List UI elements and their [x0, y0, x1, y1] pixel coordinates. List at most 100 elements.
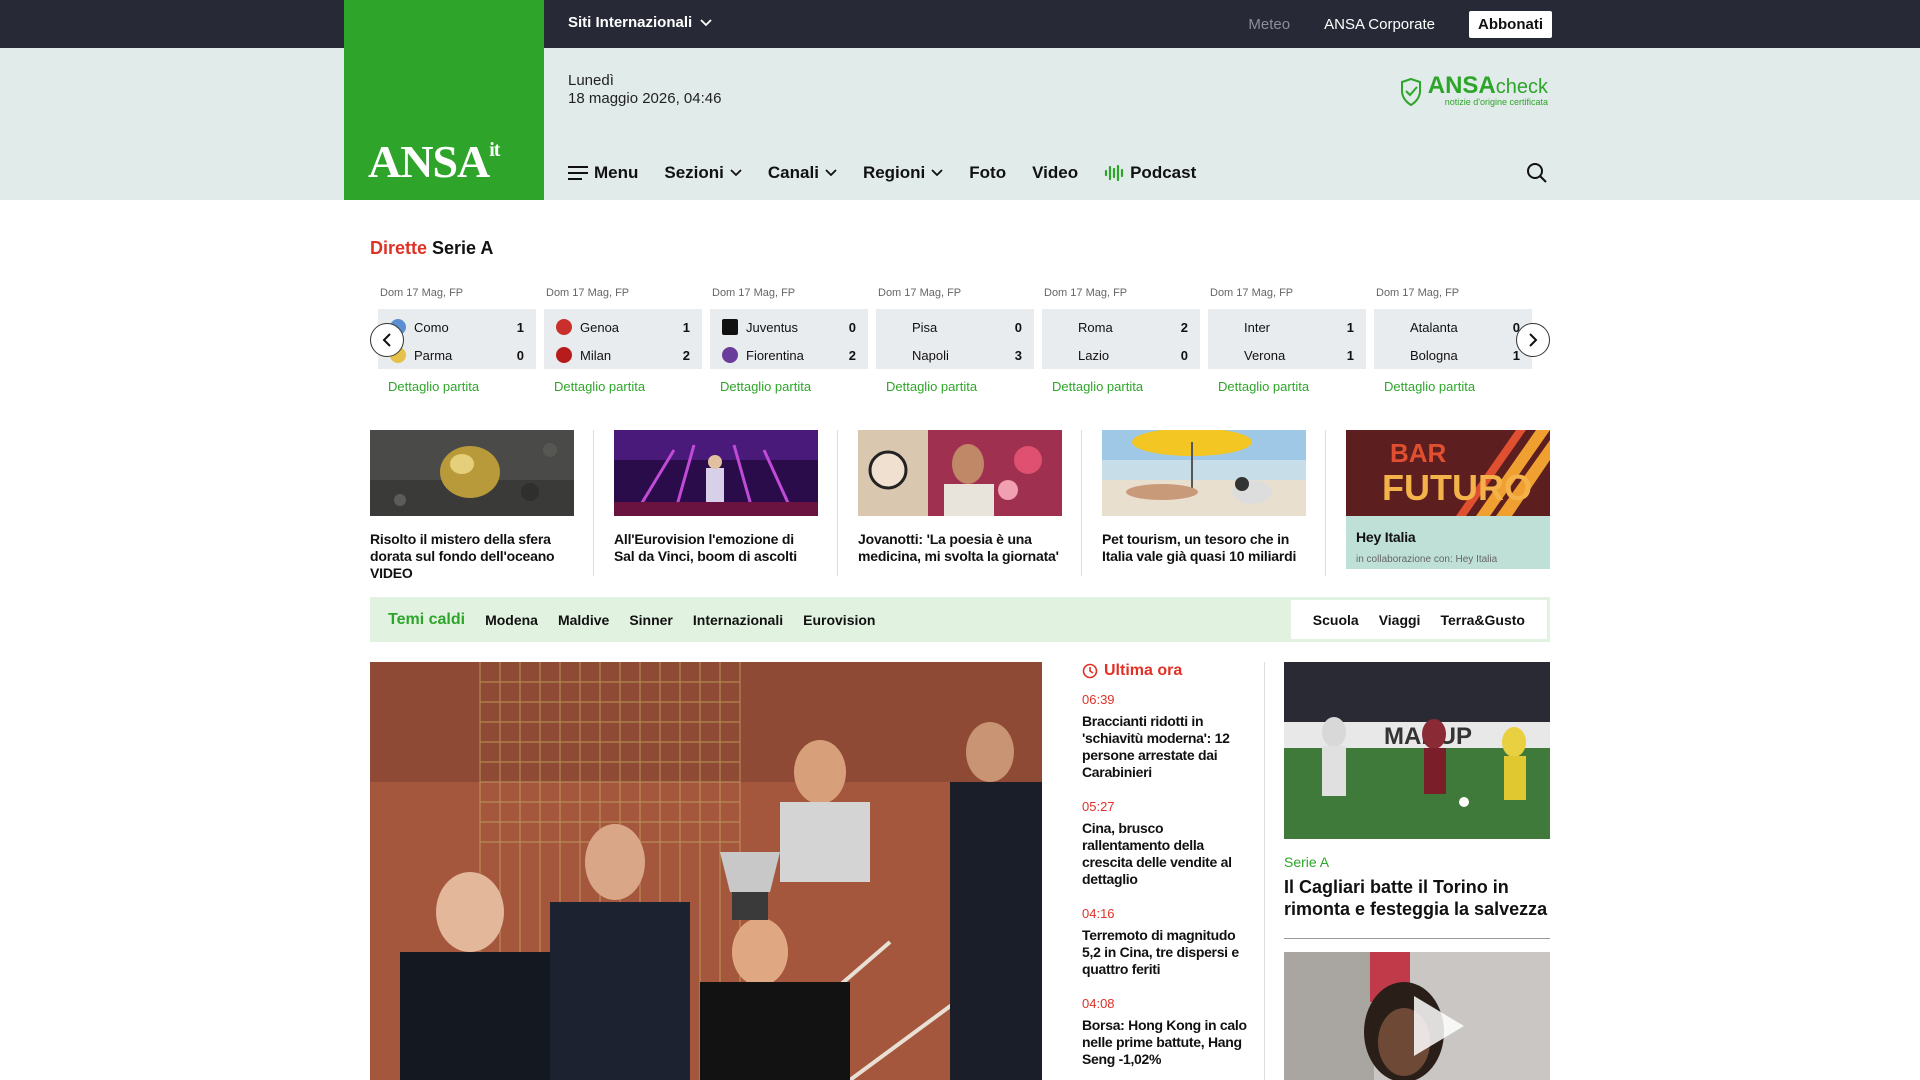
home-score: 1	[1346, 319, 1354, 335]
away-team: Verona	[1244, 347, 1286, 363]
logo-sup: it	[489, 139, 500, 161]
team-crest-icon	[1220, 319, 1236, 335]
ultima-ora-heading[interactable]: Ultima ora	[1082, 662, 1252, 680]
football-match-image: MAKUP	[1284, 662, 1550, 839]
tag-eurovision[interactable]: Eurovision	[803, 612, 875, 628]
hero-image-sinner-trophy[interactable]	[370, 662, 1042, 1080]
meteo-link[interactable]: Meteo	[1248, 16, 1290, 33]
away-score: 2	[848, 347, 856, 363]
article-category[interactable]: Serie A	[1284, 854, 1550, 870]
carousel-prev-button[interactable]	[370, 323, 404, 357]
eurovision-stage-image	[614, 430, 818, 517]
hey-italia-card[interactable]: BAR FUTURO Hey Italia in collaborazione …	[1346, 430, 1550, 569]
news-time: 06:39	[1082, 692, 1115, 707]
logo-main: ANSA	[368, 136, 490, 187]
match-card[interactable]: Dom 17 Mag, FP Pisa 0 Napoli 3 Dettaglio p…	[876, 287, 1034, 394]
news-list-item[interactable]: 04:08 Borsa: Hong Kong in calo nelle pri…	[1082, 996, 1252, 1068]
home-team: Juventus	[746, 319, 799, 335]
news-list-item[interactable]: 04:16 Terremoto di magnitudo 5,2 in Cina…	[1082, 906, 1252, 978]
news-headline: Terremoto di magnitudo 5,2 in Cina, tre …	[1082, 927, 1239, 977]
home-row: Como 1	[390, 313, 524, 341]
match-score-box: Roma 2 Lazio 0	[1042, 309, 1200, 369]
team-crest-icon	[1220, 347, 1236, 363]
home-score: 2	[1180, 319, 1188, 335]
dettaglio-partita-link[interactable]: Dettaglio partita	[544, 379, 702, 394]
news-list-item[interactable]: 05:27 Cina, brusco rallentamento della c…	[1082, 799, 1252, 888]
channel-viaggi[interactable]: Viaggi	[1379, 612, 1421, 628]
news-card-title: Jovanotti: 'La poesia è una medicina, mi…	[858, 531, 1059, 564]
clock-icon	[1082, 663, 1098, 679]
sezioni-label: Sezioni	[664, 163, 724, 182]
match-date: Dom 17 Mag, FP	[546, 287, 630, 299]
chevron-down-icon	[700, 18, 712, 26]
nav-foto[interactable]: Foto	[969, 163, 1006, 183]
team-crest-icon	[1054, 319, 1070, 335]
video-thumbnail[interactable]	[1284, 952, 1550, 1080]
dettaglio-partita-link[interactable]: Dettaglio partita	[1208, 379, 1366, 394]
match-date: Dom 17 Mag, FP	[1376, 287, 1460, 299]
chevron-right-icon	[1529, 333, 1538, 347]
away-team: Lazio	[1078, 347, 1110, 363]
home-team: Roma	[1078, 319, 1113, 335]
nav-sezioni[interactable]: Sezioni	[664, 163, 742, 183]
news-card[interactable]: Pet tourism, un tesoro che in Italia val…	[1102, 428, 1326, 582]
news-time: 04:08	[1082, 996, 1115, 1011]
match-card[interactable]: Dom 17 Mag, FP Genoa 1 Milan 2 Dettaglio p…	[544, 287, 702, 394]
tag-maldive[interactable]: Maldive	[558, 612, 609, 628]
news-time: 05:27	[1082, 799, 1115, 814]
dettaglio-partita-link[interactable]: Dettaglio partita	[378, 379, 536, 394]
article-headline[interactable]: Il Cagliari batte il Torino in rimonta e…	[1284, 876, 1550, 920]
carousel-next-button[interactable]	[1516, 323, 1550, 357]
nav-video[interactable]: Video	[1032, 163, 1078, 183]
menu-button[interactable]: Menu	[568, 163, 638, 183]
news-card[interactable]: Risolto il mistero della sfera dorata su…	[370, 430, 594, 582]
bar-text: BAR	[1390, 438, 1447, 468]
match-card[interactable]: Dom 17 Mag, FP Roma 2 Lazio 0 Dettaglio pa…	[1042, 287, 1200, 394]
tag-modena[interactable]: Modena	[485, 612, 538, 628]
match-card[interactable]: Dom 17 Mag, FP Juventus 0 Fiorentina 2 Det…	[710, 287, 868, 394]
dettaglio-partita-link[interactable]: Dettaglio partita	[710, 379, 868, 394]
away-row: Napoli 3	[888, 341, 1022, 369]
futuro-text: FUTURO	[1382, 467, 1532, 508]
news-card-title: Pet tourism, un tesoro che in Italia val…	[1102, 531, 1297, 564]
match-card[interactable]: Dom 17 Mag, FP Inter 1 Verona 1 Dettaglio …	[1208, 287, 1366, 394]
away-row: Bologna 1	[1386, 341, 1520, 369]
team-crest-icon	[1386, 347, 1402, 363]
dettaglio-partita-link[interactable]: Dettaglio partita	[876, 379, 1034, 394]
channel-terra-gusto[interactable]: Terra&Gusto	[1440, 612, 1525, 628]
search-icon[interactable]	[1526, 162, 1548, 184]
away-team: Parma	[414, 347, 453, 363]
news-card[interactable]: Jovanotti: 'La poesia è una medicina, mi…	[858, 430, 1082, 582]
away-score: 1	[1346, 347, 1354, 363]
news-list-item[interactable]: 06:39 Braccianti ridotti in 'schiavitù m…	[1082, 692, 1252, 781]
tag-internazionali[interactable]: Internazionali	[693, 612, 783, 628]
sport-article[interactable]: MAKUP Serie A Il Cagliari batte il Torin…	[1284, 662, 1550, 939]
nav-canali[interactable]: Canali	[768, 163, 837, 183]
siti-internazionali-dropdown[interactable]: Siti Internazionali	[568, 14, 712, 31]
news-card[interactable]: All'Eurovision l'emozione di Sal da Vinc…	[614, 430, 838, 582]
channel-scuola[interactable]: Scuola	[1313, 612, 1359, 628]
dettaglio-partita-link[interactable]: Dettaglio partita	[1374, 379, 1532, 394]
nav-podcast[interactable]: Podcast	[1104, 163, 1196, 183]
ultima-ora-label: Ultima ora	[1104, 662, 1183, 679]
ansacheck-tagline: notizie d'origine certificata	[1444, 97, 1548, 107]
match-score-box: Inter 1 Verona 1	[1208, 309, 1366, 369]
away-team: Fiorentina	[746, 347, 804, 363]
top-bar: Siti Internazionali Meteo ANSA Corporate…	[0, 0, 1920, 48]
news-cards-row: Risolto il mistero della sfera dorata su…	[370, 428, 1590, 582]
dettaglio-partita-link[interactable]: Dettaglio partita	[1042, 379, 1200, 394]
match-card[interactable]: Dom 17 Mag, FP Atalanta 0 Bologna 1 Dettag…	[1374, 287, 1532, 394]
team-crest-icon	[1386, 319, 1402, 335]
temi-caldi-label: Temi caldi	[388, 610, 466, 628]
chevron-down-icon	[730, 169, 742, 177]
ansa-corporate-link[interactable]: ANSA Corporate	[1324, 16, 1435, 33]
home-team: Como	[414, 319, 449, 335]
news-card-title: All'Eurovision l'emozione di Sal da Vinc…	[614, 531, 797, 564]
abbonati-button[interactable]: Abbonati	[1469, 11, 1552, 38]
ansa-check-logo[interactable]: ANSAcheck notizie d'origine certificata	[1400, 74, 1548, 107]
hamburger-icon	[568, 166, 588, 180]
nav-regioni[interactable]: Regioni	[863, 163, 943, 183]
tag-sinner[interactable]: Sinner	[629, 612, 673, 628]
ansa-logo[interactable]: ANSAit	[344, 0, 544, 200]
pet-tourism-image	[1102, 428, 1306, 516]
